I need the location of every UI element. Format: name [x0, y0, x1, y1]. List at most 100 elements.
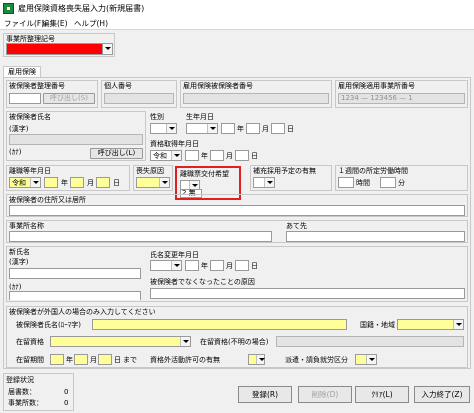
office-number-label: 雇用保険適用事業所番号 — [338, 82, 415, 90]
new-name-kanji-input[interactable] — [9, 268, 141, 279]
office-code-dropdown[interactable] — [102, 43, 113, 55]
destination-label: あて先 — [286, 222, 307, 230]
acquisition-year-input[interactable] — [185, 150, 199, 161]
window-title: 雇用保険資格喪失届入力(新規届書) — [18, 4, 145, 13]
menu-edit[interactable]: 編集(E) — [42, 18, 68, 29]
name-change-day-input[interactable] — [235, 260, 249, 271]
birth-day-unit: 日 — [287, 125, 294, 133]
residence-month-unit: 月 — [90, 356, 97, 364]
offices-count-value: 0 — [64, 399, 69, 407]
separation-era-value: 令和 — [12, 179, 26, 187]
rehire-plan-label: 補充採用予定の有無 — [253, 167, 316, 175]
roman-name-label: 被保険者氏名(ﾛｰﾏ字) — [16, 321, 81, 329]
call-insured-button[interactable]: 呼び出し(S) — [43, 93, 95, 104]
weekly-hours-input[interactable] — [338, 177, 354, 188]
gender-select[interactable] — [150, 123, 177, 134]
register-button[interactable]: 登録(R) — [238, 386, 292, 403]
birth-month-unit: 月 — [262, 125, 269, 133]
new-name-kanji-label: (漢字) — [9, 258, 29, 266]
forms-count-value: 0 — [64, 388, 69, 396]
residence-year-unit: 年 — [66, 356, 73, 364]
office-number-input[interactable]: 1234 — 123456 — 1 — [338, 93, 465, 104]
dispatch-select[interactable] — [355, 354, 377, 365]
insured-number-input[interactable] — [9, 93, 41, 104]
separation-year-input[interactable] — [44, 177, 58, 188]
insured-name-label: 被保険者氏名 — [9, 113, 51, 121]
insured-name-kanji-input[interactable] — [9, 134, 143, 145]
address-input[interactable] — [9, 205, 465, 216]
menu-help[interactable]: ヘルプ(H) — [74, 18, 108, 29]
separation-date-label: 離職等年月日 — [9, 167, 51, 175]
individual-number-input[interactable] — [104, 93, 174, 104]
separation-era-select[interactable]: 令和 — [9, 177, 41, 188]
name-change-era-select[interactable] — [150, 260, 182, 271]
permission-select[interactable] — [248, 354, 265, 365]
acquisition-month-input[interactable] — [210, 150, 224, 161]
call-name-button[interactable]: 呼び出し(L) — [90, 148, 143, 159]
name-change-label: 氏名変更年月日 — [150, 251, 199, 259]
separation-day-input[interactable] — [96, 177, 110, 188]
finish-button[interactable]: 入力終了(Z) — [414, 386, 470, 403]
separation-year-unit: 年 — [61, 179, 68, 187]
kanji-label: (漢字) — [9, 125, 29, 133]
residence-month-input[interactable] — [74, 354, 88, 365]
tab-koyo-hoken[interactable]: 雇用保険 — [3, 66, 41, 77]
residence-status-code-input[interactable] — [276, 336, 464, 347]
address-label: 被保険者の住所又は居所 — [9, 196, 86, 204]
delete-button[interactable]: 削除(D) — [298, 386, 352, 403]
weekly-minutes-input[interactable] — [380, 177, 396, 188]
forms-count-label: 届書数： — [8, 388, 36, 396]
residence-day-input[interactable] — [98, 354, 112, 365]
residence-status-code-label: 在留資格(不明の場合) — [200, 338, 269, 346]
acquisition-date-label: 資格取得年月日 — [150, 140, 199, 148]
birth-month-input[interactable] — [246, 123, 260, 134]
dispatch-label: 派遣・請負就労区分 — [285, 356, 348, 364]
birth-year-input[interactable] — [221, 123, 235, 134]
rehire-plan-select[interactable] — [253, 177, 275, 188]
roman-name-input[interactable] — [92, 319, 347, 330]
app-icon — [3, 3, 14, 14]
acquisition-day-input[interactable] — [235, 150, 249, 161]
permission-label: 資格外活動許可の有無 — [150, 356, 220, 364]
title-bar: 雇用保険資格喪失届入力(新規届書) — [0, 0, 474, 17]
kana-label: (ｶﾅ) — [9, 148, 22, 156]
not-insured-reason-input[interactable] — [150, 288, 465, 299]
menu-file[interactable]: ファイル(F) — [4, 18, 44, 29]
birth-date-label: 生年月日 — [186, 113, 214, 121]
office-name-input[interactable] — [9, 231, 272, 242]
residence-status-label: 在留資格 — [16, 338, 44, 346]
birth-day-input[interactable] — [271, 123, 285, 134]
acquisition-day-unit: 日 — [251, 152, 258, 160]
name-change-year-input[interactable] — [185, 260, 199, 271]
residence-year-input[interactable] — [50, 354, 64, 365]
office-code-input[interactable] — [6, 43, 103, 55]
office-name-label: 事業所名称 — [9, 222, 44, 230]
individual-number-label: 個人番号 — [104, 82, 132, 90]
name-change-month-input[interactable] — [210, 260, 224, 271]
name-change-day-unit: 日 — [251, 262, 258, 270]
residence-period-label: 在留期間 — [16, 356, 44, 364]
separation-month-unit: 月 — [87, 179, 94, 187]
hours-unit: 時間 — [356, 179, 370, 187]
acquisition-month-unit: 月 — [226, 152, 233, 160]
separation-month-input[interactable] — [70, 177, 84, 188]
destination-input[interactable] — [286, 231, 465, 242]
new-name-label: 新氏名 — [9, 248, 30, 256]
minutes-unit: 分 — [398, 179, 405, 187]
birth-era-select[interactable] — [186, 123, 218, 134]
clear-button[interactable]: ｸﾘｱ(L) — [355, 386, 409, 403]
weekly-hours-label: １週間の所定労働時間 — [338, 167, 408, 175]
separation-day-unit: 日 — [113, 179, 120, 187]
new-name-kana-input[interactable] — [9, 291, 141, 300]
acquisition-era-value: 令和 — [153, 152, 167, 160]
insurance-number-input[interactable] — [183, 93, 329, 104]
status-title: 登録状況 — [6, 376, 34, 384]
name-change-year-unit: 年 — [201, 262, 208, 270]
nationality-select[interactable] — [397, 319, 464, 330]
residence-status-select[interactable] — [50, 336, 191, 347]
certificate-request-label: 離職票交付希望 — [180, 170, 229, 178]
residence-until-label: まで — [123, 356, 137, 364]
not-insured-reason-label: 被保険者でなくなったことの原因 — [150, 278, 255, 286]
acquisition-era-select[interactable]: 令和 — [150, 150, 182, 161]
loss-reason-select[interactable] — [136, 177, 170, 188]
